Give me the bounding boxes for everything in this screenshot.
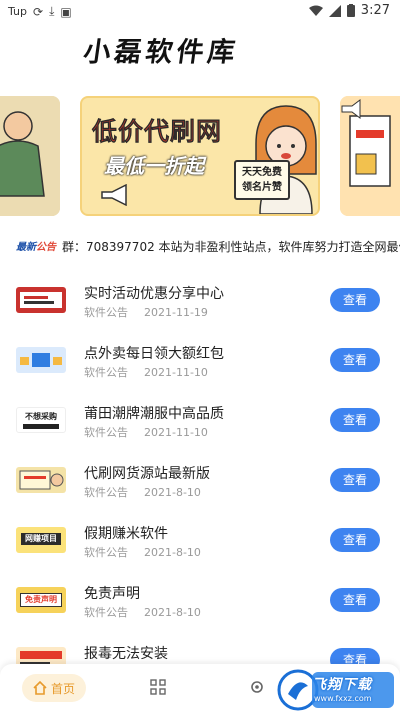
thumb-caption: 免责声明 xyxy=(20,593,62,607)
item-title: 免责声明 xyxy=(84,586,140,602)
app-title: 小磊软件库 xyxy=(81,37,241,68)
nav-home-label: 首页 xyxy=(50,681,75,696)
home-icon xyxy=(33,681,47,695)
list-item[interactable]: 网赚项目 假期赚米软件 软件公告 2021-8-10 查看 xyxy=(0,510,400,570)
thumb-caption: 不想采购 xyxy=(25,412,57,421)
item-meta: 软件公告 2021-8-10 xyxy=(84,604,201,620)
item-category: 软件公告 xyxy=(84,606,128,619)
battery-icon xyxy=(346,4,355,17)
carrier-label: Tup xyxy=(8,5,28,18)
thumb-caption: 网赚项目 xyxy=(21,533,61,545)
wifi-icon xyxy=(308,5,323,16)
megaphone-icon xyxy=(101,184,127,206)
notice-badge-main: 最新 xyxy=(16,242,36,253)
item-meta: 软件公告 2021-11-19 xyxy=(84,304,208,320)
item-thumbnail xyxy=(16,287,66,313)
item-thumbnail xyxy=(16,467,66,493)
item-date: 2021-11-10 xyxy=(144,366,208,379)
notice-badge: 最新公告 xyxy=(16,238,56,253)
banner-subline: 最低一折起 xyxy=(104,154,204,178)
banner-slide-next[interactable] xyxy=(340,96,400,216)
list-item[interactable]: 点外卖每日领大额红包 软件公告 2021-11-10 查看 xyxy=(0,330,400,390)
view-button[interactable]: 查看 xyxy=(330,288,380,312)
item-meta: 软件公告 2021-11-10 xyxy=(84,364,208,380)
item-date: 2021-8-10 xyxy=(144,486,201,499)
status-bar: Tup ⟳ ⤓ ▣ 3:27 xyxy=(0,0,400,24)
item-thumbnail: 免责声明 xyxy=(16,587,66,613)
sync-icon: ⟳ xyxy=(33,4,44,19)
item-category: 软件公告 xyxy=(84,546,128,559)
view-button[interactable]: 查看 xyxy=(330,588,380,612)
item-thumbnail: 网赚项目 xyxy=(16,527,66,553)
view-button[interactable]: 查看 xyxy=(330,408,380,432)
item-title: 假期赚米软件 xyxy=(84,526,168,542)
nav-home-tab[interactable]: 首页 xyxy=(22,674,86,702)
item-title: 实时活动优惠分享中心 xyxy=(84,286,224,302)
watermark-url: www.fxxz.com xyxy=(314,694,372,703)
view-button[interactable]: 查看 xyxy=(330,528,380,552)
item-date: 2021-11-19 xyxy=(144,306,208,319)
item-title: 代刷网货源站最新版 xyxy=(84,466,210,482)
notice-text: 群：708397702 本站为非盈利性站点，软件库努力打造全网最优 xyxy=(62,240,400,254)
item-category: 软件公告 xyxy=(84,366,128,379)
banner-headline: 低价代刷网 xyxy=(92,117,223,147)
item-meta: 软件公告 2021-11-10 xyxy=(84,424,208,440)
notice-bar[interactable]: 最新公告 群：708397702 本站为非盈利性站点，软件库努力打造全网最优 xyxy=(0,232,400,260)
list-item[interactable]: 代刷网货源站最新版 软件公告 2021-8-10 查看 xyxy=(0,450,400,510)
item-meta: 软件公告 2021-8-10 xyxy=(84,544,201,560)
sign-line-1: 天天免费 xyxy=(242,167,282,178)
banner-sign: 天天免费 领名片赞 xyxy=(234,160,290,200)
sign-line-2: 领名片赞 xyxy=(242,182,282,193)
discover-icon[interactable] xyxy=(250,680,264,694)
item-date: 2021-8-10 xyxy=(144,546,201,559)
promo-illustration xyxy=(340,96,400,216)
item-meta: 软件公告 2021-8-10 xyxy=(84,484,201,500)
status-right: 3:27 xyxy=(308,3,390,18)
category-grid-icon[interactable] xyxy=(150,679,166,695)
item-thumbnail xyxy=(16,347,66,373)
cartoon-character-illustration xyxy=(0,96,60,216)
banner-slide-current[interactable]: 低价代刷网 最低一折起 天天免费 领名片赞 xyxy=(80,96,320,216)
status-left: Tup ⟳ ⤓ ▣ xyxy=(8,4,72,19)
clock: 3:27 xyxy=(360,3,390,18)
download-icon: ⤓ xyxy=(49,4,55,18)
view-button[interactable]: 查看 xyxy=(330,348,380,372)
list-item[interactable]: 不想采购 莆田潮牌潮服中高品质 软件公告 2021-11-10 查看 xyxy=(0,390,400,450)
item-category: 软件公告 xyxy=(84,426,128,439)
item-thumbnail: 不想采购 xyxy=(16,407,66,433)
banner-carousel[interactable]: 低价代刷网 最低一折起 天天免费 领名片赞 xyxy=(0,94,400,218)
item-date: 2021-11-10 xyxy=(144,426,208,439)
item-category: 软件公告 xyxy=(84,486,128,499)
list-item[interactable]: 免责声明 免责声明 软件公告 2021-8-10 查看 xyxy=(0,570,400,630)
list-item[interactable]: 实时活动优惠分享中心 软件公告 2021-11-19 查看 xyxy=(0,270,400,330)
item-title: 报毒无法安装 xyxy=(84,646,168,662)
thumb-stripe xyxy=(23,424,59,429)
banner-slide-previous[interactable] xyxy=(0,96,60,216)
item-title: 点外卖每日领大额红包 xyxy=(84,346,224,362)
signal-icon xyxy=(328,4,341,17)
watermark-text: 飞翔下载 xyxy=(312,677,372,693)
view-button[interactable]: 查看 xyxy=(330,468,380,492)
notice-badge-accent: 公告 xyxy=(36,242,56,253)
item-date: 2021-8-10 xyxy=(144,606,201,619)
item-title: 莆田潮牌潮服中高品质 xyxy=(84,406,224,422)
app-notification-icon: ▣ xyxy=(60,4,72,19)
item-category: 软件公告 xyxy=(84,306,128,319)
